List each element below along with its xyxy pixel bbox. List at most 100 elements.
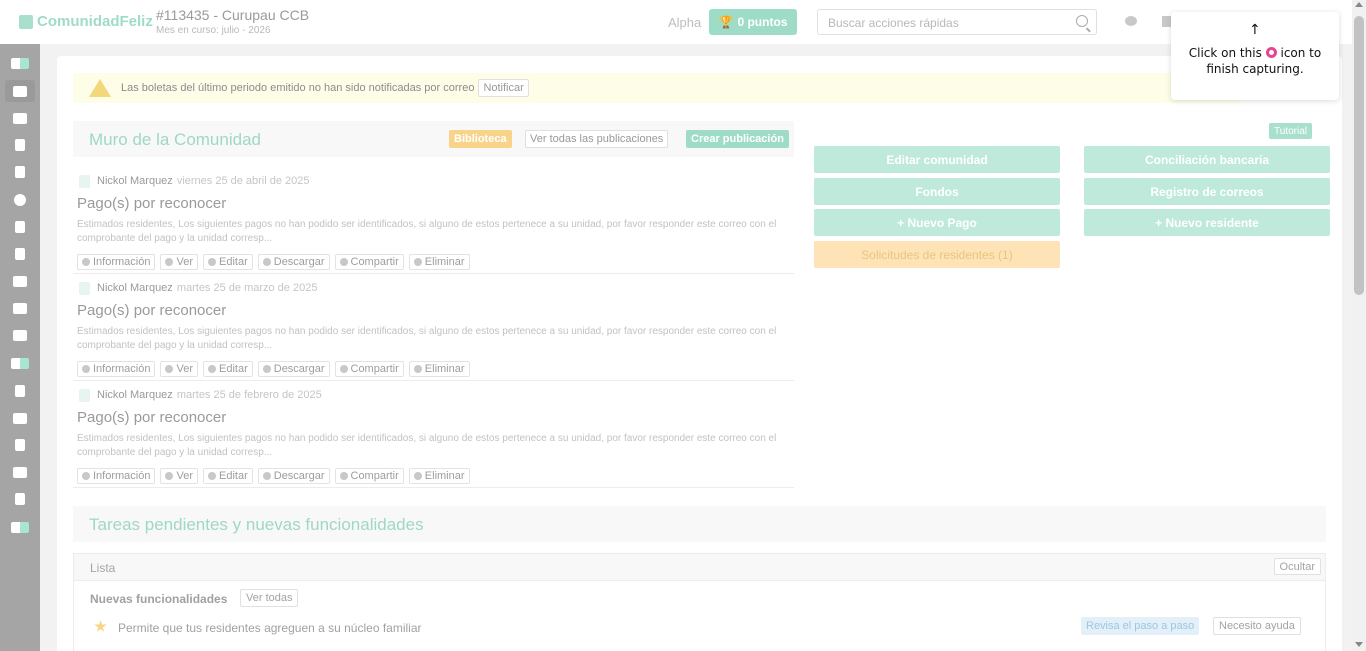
- sidebar-item-briefcase[interactable]: [5, 297, 35, 319]
- share-button[interactable]: Compartir: [334, 361, 404, 377]
- money-check-icon: [11, 521, 29, 533]
- eye-icon[interactable]: [1125, 16, 1137, 26]
- money-transfer-icon: [11, 357, 29, 369]
- scroll-up-arrow-icon[interactable]: [1355, 2, 1363, 7]
- sidebar-item-home[interactable]: [5, 80, 35, 102]
- edit-button[interactable]: Editar: [203, 254, 253, 270]
- sidebar-item-dollar[interactable]: [5, 216, 35, 238]
- info-button[interactable]: Información: [77, 361, 156, 377]
- scroll-thumb[interactable]: [1354, 16, 1364, 295]
- whatsapp-icon: [339, 365, 348, 373]
- info-icon: [82, 258, 90, 266]
- share-button[interactable]: Compartir: [334, 254, 404, 270]
- info-label: Información: [93, 256, 151, 268]
- logo-icon: [11, 57, 29, 69]
- view-button[interactable]: Ver: [160, 254, 198, 270]
- scroll-down-arrow-icon[interactable]: [1355, 642, 1363, 647]
- tutorial-button[interactable]: Tutorial: [1269, 123, 1312, 139]
- document-icon: [15, 139, 25, 151]
- sidebar-item-receipt[interactable]: [5, 243, 35, 265]
- sidebar-item-key[interactable]: [5, 380, 35, 402]
- avatar: [79, 175, 90, 188]
- community-title[interactable]: #113435 - Curupau CCB: [156, 7, 309, 23]
- delete-button[interactable]: Eliminar: [408, 361, 470, 377]
- trash-icon: [413, 258, 422, 266]
- sidebar-item-book[interactable]: [5, 161, 35, 183]
- sidebar-item-money-check[interactable]: [5, 516, 35, 538]
- scrollbar[interactable]: [1352, 0, 1366, 651]
- download-button[interactable]: Descargar: [257, 361, 330, 377]
- pencil-icon: [208, 258, 216, 266]
- sidebar-item-logo[interactable]: [5, 52, 35, 74]
- sidebar-item-bank[interactable]: [5, 324, 35, 346]
- post-item: Nickol Marquez martes 25 de febrero de 20…: [73, 382, 794, 488]
- sidebar-item-users[interactable]: [5, 270, 35, 292]
- info-button[interactable]: Información: [77, 254, 156, 270]
- sidebar-item-chart[interactable]: [5, 461, 35, 483]
- wall-title: Muro de la Comunidad: [89, 130, 261, 149]
- tutorial-label: Tutorial: [1274, 125, 1307, 137]
- funds-button[interactable]: Fondos: [814, 178, 1060, 205]
- resident-requests-button[interactable]: Solicitudes de residentes (1): [814, 241, 1060, 268]
- post-date: martes 25 de marzo de 2025: [176, 282, 318, 294]
- points-button[interactable]: 🏆 0 puntos: [709, 9, 797, 35]
- notification-warning: Las boletas del último periodo emitido n…: [73, 73, 1241, 103]
- info-button[interactable]: Información: [77, 468, 156, 484]
- library-button[interactable]: Biblioteca: [449, 130, 512, 148]
- capture-text-before: Click on this: [1188, 46, 1262, 60]
- need-help-button[interactable]: Necesito ayuda: [1213, 617, 1301, 635]
- notify-button[interactable]: Notificar: [478, 79, 529, 97]
- step-by-step-button[interactable]: Revisa el paso a paso: [1081, 617, 1200, 635]
- whatsapp-icon: [339, 258, 348, 266]
- new-resident-button[interactable]: + Nuevo residente: [1084, 209, 1330, 236]
- logo-text: ComunidadFeliz: [37, 13, 153, 30]
- download-button[interactable]: Descargar: [257, 468, 330, 484]
- sidebar-item-document[interactable]: [5, 134, 35, 156]
- list-label: Lista: [90, 561, 116, 575]
- edit-community-button[interactable]: Editar comunidad: [814, 146, 1060, 173]
- post-meta: Nickol Marquez martes 25 de febrero de 20…: [97, 389, 322, 401]
- post-title[interactable]: Pago(s) por reconocer: [77, 409, 226, 426]
- gauge-icon: [14, 194, 26, 206]
- hide-button[interactable]: Ocultar: [1273, 558, 1321, 575]
- new-payment-button[interactable]: + Nuevo Pago: [814, 209, 1060, 236]
- edit-button[interactable]: Editar: [203, 468, 253, 484]
- list-header: Lista Ocultar: [74, 554, 1325, 581]
- delete-button[interactable]: Eliminar: [408, 254, 470, 270]
- home-icon: [13, 85, 27, 97]
- download-label: Descargar: [273, 363, 325, 375]
- post-date: viernes 25 de abril de 2025: [176, 175, 310, 187]
- edit-button[interactable]: Editar: [203, 361, 253, 377]
- sidebar-item-money[interactable]: [5, 107, 35, 129]
- delete-button[interactable]: Eliminar: [408, 468, 470, 484]
- share-button[interactable]: Compartir: [334, 468, 404, 484]
- sidebar-item-gauge[interactable]: [5, 189, 35, 211]
- bank-reconciliation-button[interactable]: Conciliación bancaria: [1084, 146, 1330, 173]
- sidebar-item-calculator[interactable]: [5, 434, 35, 456]
- search-input[interactable]: Buscar acciones rápidas: [817, 9, 1097, 35]
- create-post-button[interactable]: Crear publicación: [686, 130, 789, 148]
- post-body: Estimados residentes, Los siguientes pag…: [77, 219, 777, 244]
- sidebar-item-building[interactable]: [5, 407, 35, 429]
- delete-label: Eliminar: [424, 363, 465, 375]
- star-icon: [94, 620, 107, 632]
- briefcase-icon: [13, 302, 27, 314]
- download-button[interactable]: Descargar: [257, 254, 330, 270]
- trash-icon: [413, 472, 422, 480]
- search-icon: [1076, 15, 1088, 27]
- sidebar-item-money-transfer[interactable]: [5, 352, 35, 374]
- post-title[interactable]: Pago(s) por reconocer: [77, 302, 226, 319]
- view-button[interactable]: Ver: [160, 361, 198, 377]
- tasks-title: Tareas pendientes y nuevas funcionalidad…: [89, 515, 424, 534]
- sidebar-item-wrench[interactable]: [5, 488, 35, 510]
- view-all-features-button[interactable]: Ver todas: [240, 589, 299, 607]
- building-icon: [13, 412, 27, 424]
- post-title[interactable]: Pago(s) por reconocer: [77, 195, 226, 212]
- logo[interactable]: ComunidadFeliz: [19, 13, 153, 30]
- download-label: Descargar: [273, 470, 325, 482]
- chart-icon: [13, 466, 27, 478]
- view-all-posts-button[interactable]: Ver todas las publicaciones: [525, 130, 669, 148]
- dollar-icon: [15, 221, 25, 233]
- view-button[interactable]: Ver: [160, 468, 198, 484]
- email-log-button[interactable]: Registro de correos: [1084, 178, 1330, 205]
